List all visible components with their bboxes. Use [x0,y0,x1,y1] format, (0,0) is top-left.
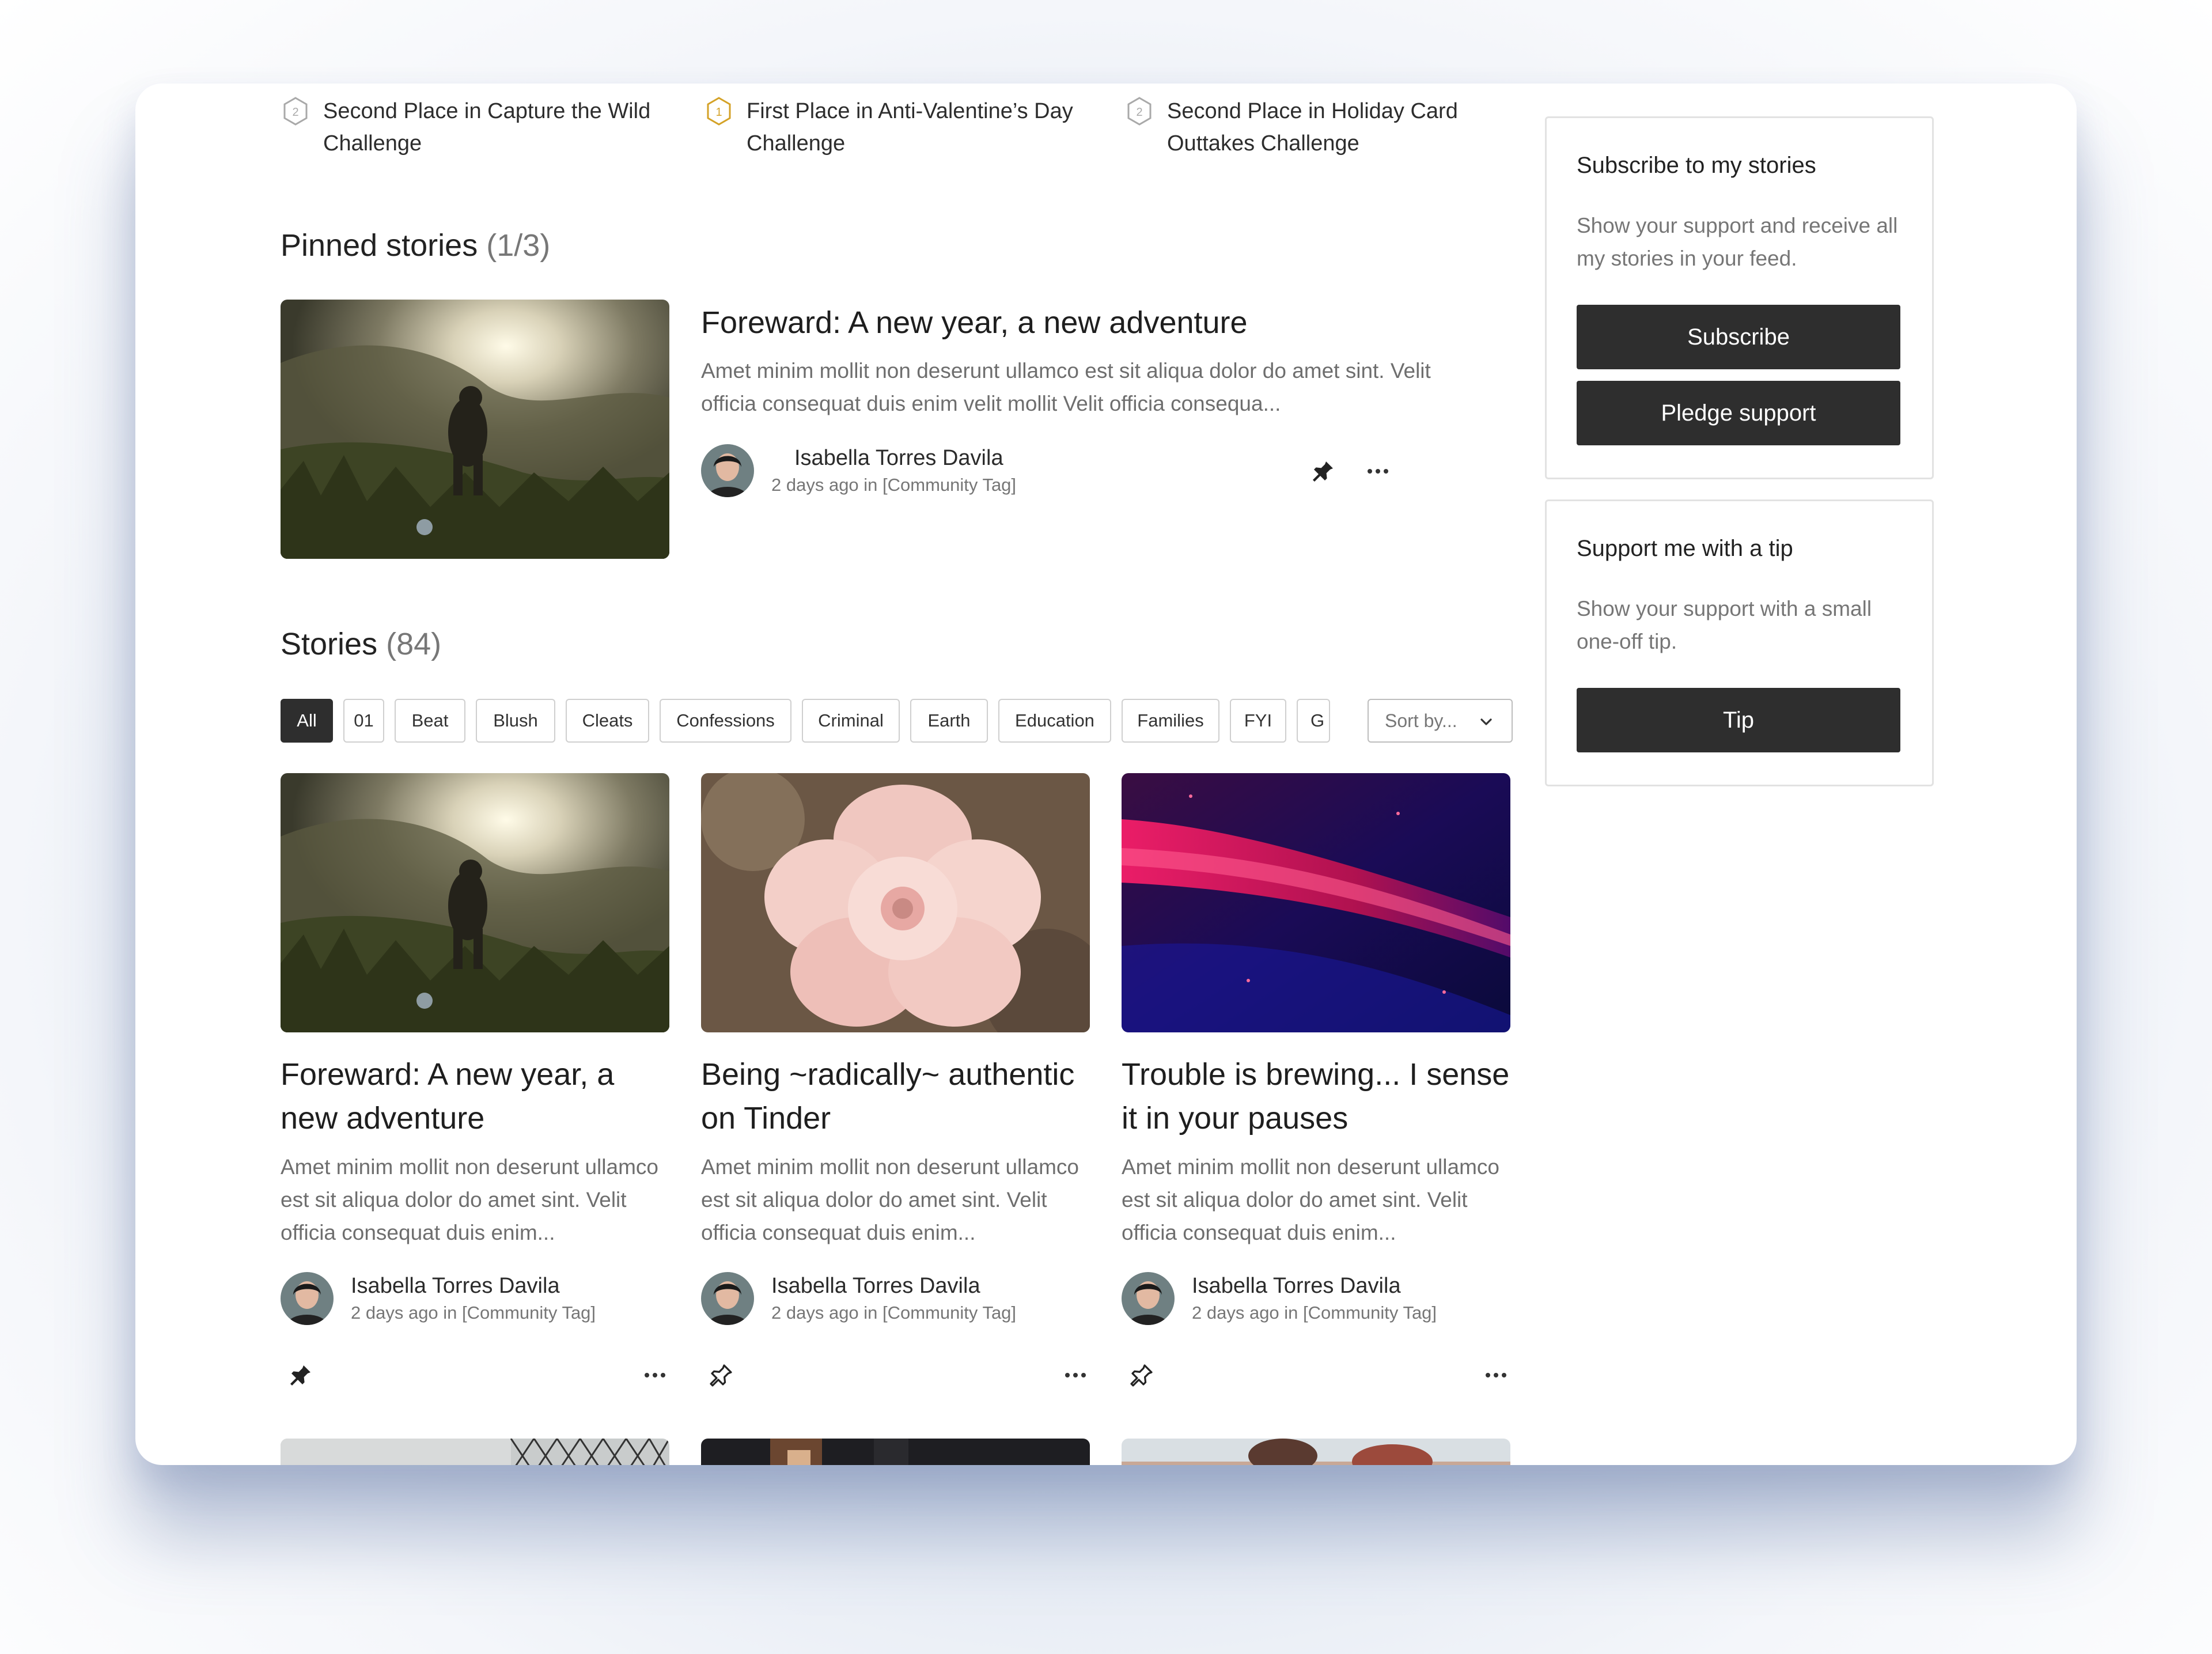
award-badge-icon: 1 [704,96,734,126]
author-avatar[interactable] [701,444,754,497]
more-options-icon[interactable] [638,1358,672,1392]
author-timestamp: 2 days ago in [Community Tag] [351,1303,596,1323]
svg-text:2: 2 [1136,106,1142,119]
filter-bar: All 01 Beat Blush Cleats Confessions Cri… [281,699,1513,743]
subscribe-button[interactable]: Subscribe [1577,305,1900,369]
award-label: Second Place in Capture the Wild Challen… [323,99,651,156]
story-image-abstract[interactable] [1122,773,1510,1032]
story-image-partial[interactable] [701,1439,1090,1465]
story-title[interactable]: Being ~radically~ authentic on Tinder [701,1053,1093,1140]
pinned-stories-heading: Pinned stories (1/3) [281,228,550,263]
backdrop: 2 Second Place in Capture the Wild Chall… [0,0,2212,1654]
filter-chip-truncated[interactable]: G [1297,699,1330,743]
award-badge-icon: 2 [1124,96,1154,126]
author-row[interactable]: Isabella Torres Davila 2 days ago in [Co… [1122,1271,1437,1326]
award-item: 1 First Place in Anti-Valentine’s Day Ch… [704,95,1096,160]
author-avatar[interactable] [281,1272,334,1325]
subscribe-title: Subscribe to my stories [1577,153,1816,178]
filter-chip[interactable]: Beat [395,699,465,743]
author-meta: Isabella Torres Davila 2 days ago in [Co… [1192,1271,1437,1326]
pinned-story-excerpt: Amet minim mollit non deserunt ullamco e… [701,359,1431,415]
sort-dropdown[interactable]: Sort by... [1368,699,1513,743]
stories-heading: Stories (84) [281,626,441,662]
award-item: 2 Second Place in Holiday Card Outtakes … [1124,95,1516,160]
author-avatar[interactable] [1122,1272,1175,1325]
story-image-partial[interactable] [1122,1439,1510,1465]
story-image-flower[interactable] [701,773,1090,1032]
author-row[interactable]: Isabella Torres Davila 2 days ago in [Co… [701,444,1016,498]
story-card[interactable]: Trouble is brewing... I sense it in your… [1122,773,1510,1441]
filter-chip[interactable]: Education [998,699,1111,743]
filter-chip[interactable]: Families [1122,699,1219,743]
author-meta: Isabella Torres Davila 2 days ago in [Co… [351,1271,596,1326]
author-meta: Isabella Torres Davila 2 days ago in [Co… [771,444,1016,498]
tip-panel: Support me with a tip Show your support … [1545,499,1934,786]
story-excerpt: Amet minim mollit non deserunt ullamco e… [281,1155,658,1244]
svg-text:1: 1 [715,106,722,119]
story-title[interactable]: Trouble is brewing... I sense it in your… [1122,1053,1513,1140]
author-name[interactable]: Isabella Torres Davila [771,1271,1016,1300]
author-name[interactable]: Isabella Torres Davila [351,1271,596,1300]
filter-chip[interactable]: Cleats [566,699,649,743]
story-card[interactable]: Foreward: A new year, a new adventure Am… [281,773,669,1441]
award-badge-icon: 2 [281,96,310,126]
filter-chip-all[interactable]: All [281,699,333,743]
author-row[interactable]: Isabella Torres Davila 2 days ago in [Co… [701,1271,1016,1326]
pinned-story-title[interactable]: Foreward: A new year, a new adventure [701,300,1248,346]
filter-chip[interactable]: 01 [343,699,384,743]
pin-filled-icon[interactable] [283,1358,318,1392]
author-timestamp: 2 days ago in [Community Tag] [771,1303,1017,1323]
chevron-down-icon [1480,718,1492,725]
author-timestamp: 2 days ago in [Community Tag] [771,475,1017,495]
author-timestamp: 2 days ago in [Community Tag] [1192,1303,1437,1323]
author-meta: Isabella Torres Davila 2 days ago in [Co… [771,1271,1016,1326]
story-image-hiker[interactable] [281,773,669,1032]
tip-button[interactable]: Tip [1577,688,1900,752]
filter-chip[interactable]: Criminal [802,699,900,743]
author-name[interactable]: Isabella Torres Davila [1192,1271,1437,1300]
pin-filled-icon[interactable] [1306,454,1340,489]
pinned-heading-text: Pinned stories [281,228,478,263]
subscribe-description: Show your support and receive all my sto… [1577,214,1898,270]
tip-title: Support me with a tip [1577,536,1793,561]
svg-text:2: 2 [292,106,298,119]
story-excerpt: Amet minim mollit non deserunt ullamco e… [1122,1155,1499,1244]
story-title[interactable]: Foreward: A new year, a new adventure [281,1053,672,1140]
stories-count: (84) [386,627,442,661]
pinned-story[interactable]: Foreward: A new year, a new adventure Am… [281,300,1513,559]
story-image-partial[interactable] [281,1439,669,1465]
pin-outline-icon[interactable] [1124,1358,1159,1392]
pledge-support-button[interactable]: Pledge support [1577,381,1900,445]
pinned-count: (1/3) [486,228,551,263]
more-options-icon[interactable] [1479,1358,1513,1392]
subscribe-panel: Subscribe to my stories Show your suppor… [1545,116,1934,479]
tip-description: Show your support with a small one-off t… [1577,597,1872,653]
filter-chip[interactable]: FYI [1230,699,1286,743]
profile-window: 2 Second Place in Capture the Wild Chall… [135,84,2077,1465]
award-item: 2 Second Place in Capture the Wild Chall… [281,95,672,160]
more-options-icon[interactable] [1058,1358,1093,1392]
story-image-hiker[interactable] [281,300,669,559]
award-label: Second Place in Holiday Card Outtakes Ch… [1167,99,1458,156]
pin-outline-icon[interactable] [704,1358,738,1392]
awards-row: 2 Second Place in Capture the Wild Chall… [281,95,1663,176]
author-avatar[interactable] [701,1272,754,1325]
stories-heading-text: Stories [281,627,378,661]
author-row[interactable]: Isabella Torres Davila 2 days ago in [Co… [281,1271,596,1326]
filter-chip[interactable]: Confessions [660,699,791,743]
story-card[interactable]: Being ~radically~ authentic on Tinder Am… [701,773,1090,1441]
filter-chip[interactable]: Blush [476,699,555,743]
story-excerpt: Amet minim mollit non deserunt ullamco e… [701,1155,1079,1244]
author-name[interactable]: Isabella Torres Davila [794,444,1016,472]
sort-label: Sort by... [1385,710,1457,731]
filter-chip[interactable]: Earth [910,699,988,743]
filter-chips: All 01 Beat Blush Cleats Confessions Cri… [281,699,1340,743]
award-label: First Place in Anti-Valentine’s Day Chal… [747,99,1073,156]
more-options-icon[interactable] [1361,454,1395,489]
